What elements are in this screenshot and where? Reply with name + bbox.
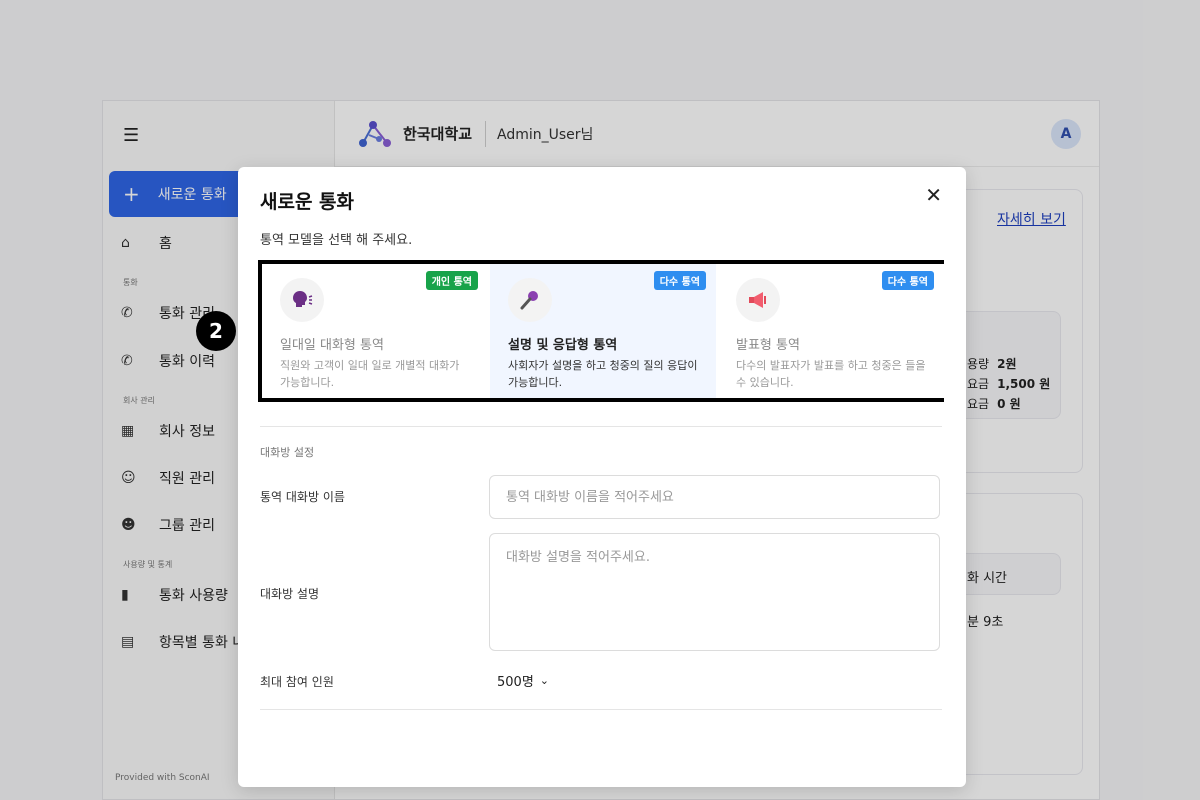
modal-title: 새로운 통화 (260, 191, 355, 213)
step-marker: 2 (196, 311, 236, 351)
room-desc-label: 대화방 설명 (260, 587, 320, 601)
card-description: 다수의 발표자가 발표를 하고 청중은 들을 수 있습니다. (736, 359, 926, 389)
card-description: 직원와 고객이 일대 일로 개별적 대화가 가능합니다. (280, 359, 460, 389)
card-title: 일대일 대화형 통역 (280, 338, 384, 353)
status-badge: 다수 통역 (881, 271, 934, 290)
divider (260, 426, 942, 427)
max-participants-select[interactable]: 500명 ⌄ (497, 671, 549, 690)
card-title: 설명 및 응답형 통역 (508, 338, 618, 353)
status-badge: 다수 통역 (653, 271, 706, 290)
max-participants-label: 최대 참여 인원 (260, 675, 334, 689)
room-desc-textarea[interactable] (489, 533, 940, 651)
divider (260, 709, 942, 710)
model-card-presentation[interactable]: 다수 통역 발표형 통역 다수의 발표자가 발표를 하고 청중은 들을 수 있습… (718, 264, 944, 398)
model-selection-highlight: 개인 통역 일대일 대화형 통역 직원와 고객이 일대 일로 개별적 대화가 가… (258, 260, 944, 402)
card-title: 발표형 통역 (736, 338, 800, 353)
new-call-modal: 새로운 통화 ✕ 통역 모델을 선택 해 주세요. 개인 통역 일대일 대화형 … (238, 167, 966, 787)
room-name-input[interactable] (489, 475, 940, 519)
model-card-qa[interactable]: 다수 통역 설명 및 응답형 통역 사회자가 설명을 하고 청중의 질의 응답이… (490, 264, 716, 398)
megaphone-icon (736, 278, 780, 322)
chevron-down-icon: ⌄ (539, 674, 549, 687)
section-label: 대화방 설정 (260, 446, 315, 459)
room-name-label: 통역 대화방 이름 (260, 490, 345, 504)
select-value: 500명 (497, 675, 534, 690)
model-card-one-to-one[interactable]: 개인 통역 일대일 대화형 통역 직원와 고객이 일대 일로 개별적 대화가 가… (262, 264, 488, 398)
status-badge: 개인 통역 (425, 271, 478, 290)
close-icon[interactable]: ✕ (925, 183, 942, 207)
microphone-icon (508, 278, 552, 322)
modal-subtitle: 통역 모델을 선택 해 주세요. (260, 233, 413, 248)
card-description: 사회자가 설명을 하고 청중의 질의 응답이 가능합니다. (508, 359, 698, 389)
speaking-head-icon (280, 278, 324, 322)
